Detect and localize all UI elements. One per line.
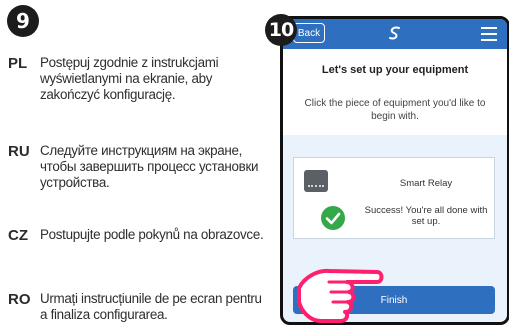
language-code: PL (8, 55, 28, 72)
brand-logo-icon (389, 26, 400, 40)
instruction-text: Postępuj zgodnie z instrukcjami wyświetl… (40, 55, 219, 102)
step-number-badge: 10 (265, 14, 297, 46)
step-number-badge: 9 (7, 5, 39, 37)
device-name: Smart Relay (399, 178, 453, 189)
smart-relay-icon (304, 170, 328, 192)
hamburger-menu-icon[interactable] (481, 27, 497, 41)
page-title: Let's set up your equipment (321, 64, 469, 76)
instruction-text: Следуйте инструкциям на экране, чтобы за… (40, 143, 259, 190)
back-button[interactable]: Back (293, 23, 325, 43)
instruction-text: Click the piece of equipment you'd like … (304, 98, 486, 122)
language-code: RO (8, 291, 31, 308)
instruction-text: Postupujte podle pokynů na obrazovce. (40, 227, 264, 242)
success-message: Success! You're all done with set up. (364, 205, 488, 227)
app-header: Back (283, 19, 507, 49)
language-code: RU (8, 143, 30, 160)
pointing-hand-icon (297, 268, 384, 323)
instruction-text: Urmați instrucțiunile de pe ecran pentru… (40, 291, 262, 322)
equipment-card[interactable]: Smart Relay Success! You're all done wit… (293, 157, 495, 239)
checkmark-icon (321, 206, 345, 230)
language-code: CZ (8, 227, 28, 244)
